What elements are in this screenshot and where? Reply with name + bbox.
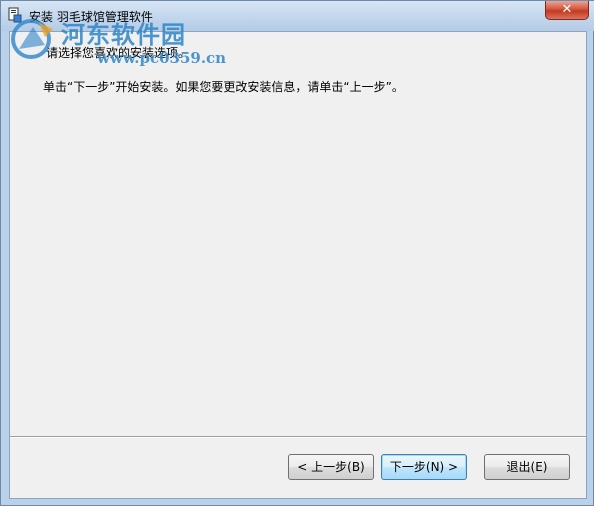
next-button[interactable]: 下一步(N) > [381, 454, 467, 480]
back-button[interactable]: < 上一步(B) [288, 454, 374, 480]
button-divider [10, 436, 586, 438]
close-button[interactable]: ✕ [545, 1, 589, 20]
title-bar[interactable]: 安装 羽毛球馆管理软件 ✕ [1, 1, 594, 31]
close-icon: ✕ [561, 2, 573, 17]
instruction-text: 单击“下一步”开始安装。如果您要更改安装信息，请单击“上一步”。 [43, 80, 404, 94]
page-subtitle: 请选择您喜欢的安装选项。 [46, 46, 191, 60]
exit-button[interactable]: 退出(E) [484, 454, 570, 480]
installer-window: 安装 羽毛球馆管理软件 ✕ 请选择您喜欢的安装选项。 单击“下一步”开始安装。如… [0, 0, 594, 506]
installer-body: 请选择您喜欢的安装选项。 单击“下一步”开始安装。如果您要更改安装信息，请单击“… [9, 31, 587, 499]
window-title: 安装 羽毛球馆管理软件 [29, 10, 153, 24]
installer-app-icon [7, 7, 23, 23]
